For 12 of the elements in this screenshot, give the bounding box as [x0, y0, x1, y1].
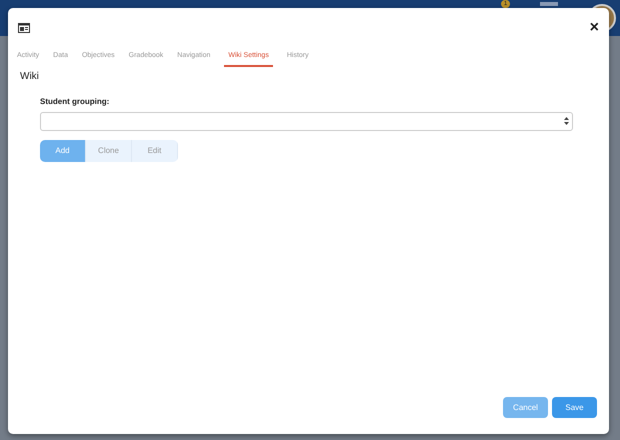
select-arrows-icon: [564, 117, 569, 125]
save-button[interactable]: Save: [552, 397, 597, 418]
close-button[interactable]: ×: [588, 20, 601, 36]
section-title: Wiki: [20, 70, 40, 84]
segment-button[interactable]: Add: [40, 140, 86, 162]
document-icon: [18, 23, 30, 33]
field-label: Student grouping:: [40, 96, 110, 108]
grouping-select[interactable]: [40, 112, 573, 130]
user-name-blur: [540, 2, 558, 6]
cancel-button[interactable]: Cancel: [503, 397, 548, 418]
segment-button[interactable]: Clone: [86, 140, 132, 162]
segment-button[interactable]: Edit: [132, 140, 178, 162]
